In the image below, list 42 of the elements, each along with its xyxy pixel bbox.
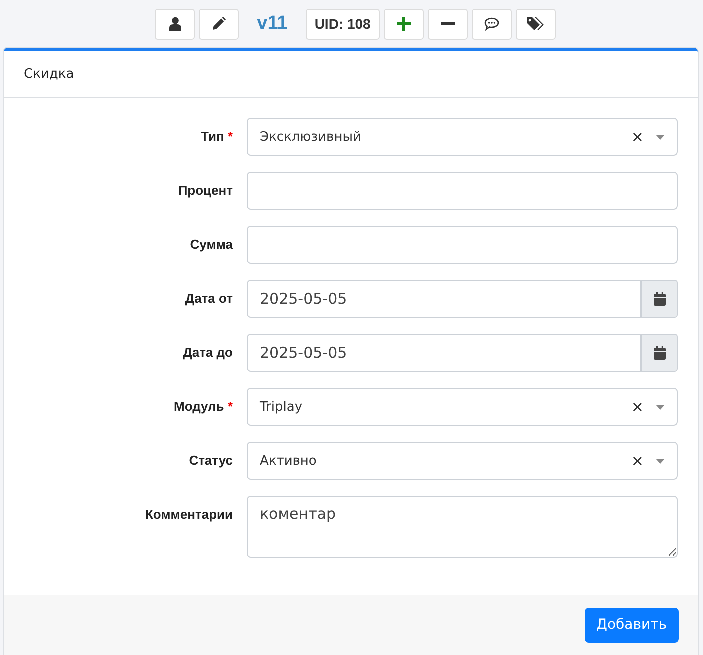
field-label: Процент (177, 182, 233, 200)
field-label: Модуль * (172, 398, 233, 416)
field-label: Сумма (189, 236, 233, 254)
add-button[interactable] (384, 8, 424, 40)
select-field[interactable]: Triplay × (247, 388, 678, 426)
input-field[interactable] (247, 226, 678, 264)
field-label: Комментарии (144, 506, 233, 524)
calendar-button[interactable] (641, 280, 678, 318)
plus-icon (396, 17, 411, 31)
card-title: Скидка (24, 66, 74, 82)
tags-button[interactable] (516, 8, 556, 40)
uid-button[interactable]: UID: 108 (306, 8, 380, 40)
clear-icon[interactable]: × (631, 452, 644, 470)
tags-icon (526, 17, 545, 31)
clear-icon[interactable]: × (631, 128, 644, 146)
minus-icon (440, 22, 455, 26)
dropdown-caret-icon (656, 404, 665, 410)
calendar-icon (654, 292, 666, 306)
clear-icon[interactable]: × (631, 398, 644, 416)
pencil-icon (212, 17, 226, 31)
comment-field[interactable]: коментар (247, 496, 678, 558)
user-icon (168, 17, 182, 31)
date-field[interactable]: 2025-05-05 (247, 280, 641, 318)
select-field[interactable]: Эксклюзивный × (247, 118, 678, 156)
add-button[interactable]: Добавить (584, 608, 679, 642)
version-label: v11 (257, 13, 288, 35)
speech-bubble-icon (484, 17, 500, 31)
field-label: Тип * (200, 128, 233, 146)
field-label: Дата до (182, 344, 233, 362)
field-label: Дата от (184, 290, 233, 308)
user-button[interactable] (155, 8, 196, 40)
input-field[interactable] (247, 172, 678, 210)
field-label: Статус (188, 452, 233, 470)
edit-button[interactable] (199, 8, 240, 40)
dropdown-caret-icon (656, 134, 665, 140)
comment-button[interactable] (472, 8, 512, 40)
remove-button[interactable] (428, 8, 468, 40)
calendar-icon (654, 346, 666, 360)
select-field[interactable]: Активно × (247, 442, 678, 480)
date-field[interactable]: 2025-05-05 (247, 334, 641, 372)
dropdown-caret-icon (656, 458, 665, 464)
calendar-button[interactable] (641, 334, 678, 372)
